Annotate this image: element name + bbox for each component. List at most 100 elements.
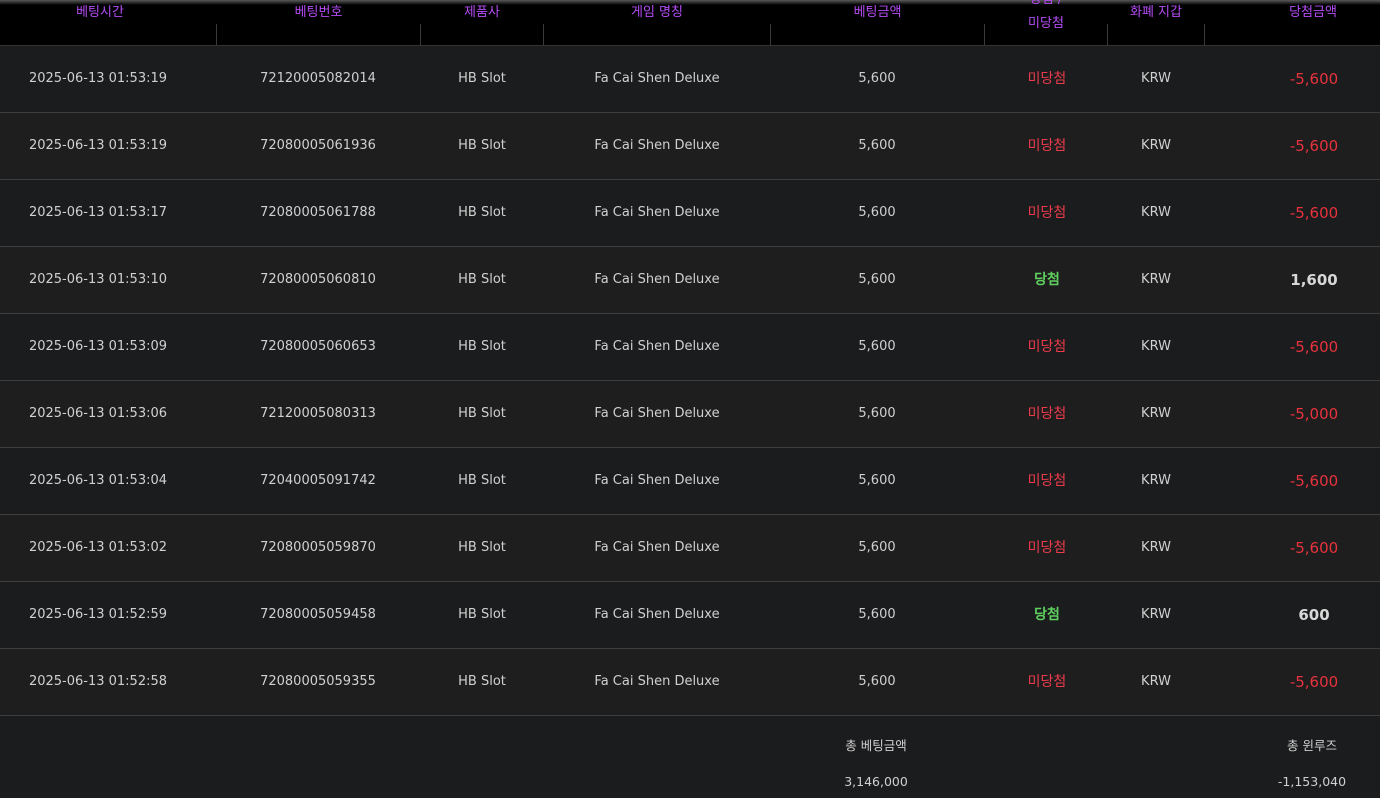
header-divider [1204, 24, 1205, 45]
bet-amount-cell: 5,600 [858, 607, 896, 622]
header-provider: 제품사 [464, 5, 500, 20]
bet-number-cell: 72080005059870 [260, 540, 376, 555]
table-row: 2025-06-13 01:53:02 72080005059870 HB Slot… [0, 515, 1380, 582]
currency-cell: KRW [1141, 138, 1171, 153]
header-win-amount: 당첨금액 [1289, 5, 1337, 20]
bet-time-cell: 2025-06-13 01:53:04 [28, 473, 168, 488]
total-winloss-value: -1,153,040 [1277, 774, 1347, 789]
result-cell: 미당첨 [1027, 473, 1067, 489]
game-name-cell: Fa Cai Shen Deluxe [594, 406, 720, 421]
bet-time-cell: 2025-06-13 01:52:59 [28, 607, 168, 622]
header-divider [770, 24, 771, 45]
game-name-cell: Fa Cai Shen Deluxe [594, 674, 720, 689]
provider-cell: HB Slot [458, 540, 506, 555]
bet-amount-cell: 5,600 [858, 205, 896, 220]
header-divider [543, 24, 544, 45]
bet-amount-cell: 5,600 [858, 272, 896, 287]
bet-amount-cell: 5,600 [858, 71, 896, 86]
result-cell: 미당첨 [1027, 540, 1067, 556]
header-divider [1107, 24, 1108, 45]
provider-cell: HB Slot [458, 71, 506, 86]
result-cell: 당첨 [1034, 272, 1060, 288]
table-row: 2025-06-13 01:52:59 72080005059458 HB Slot… [0, 582, 1380, 649]
bet-amount-cell: 5,600 [858, 138, 896, 153]
provider-cell: HB Slot [458, 607, 506, 622]
bet-number-cell: 72080005059355 [260, 674, 376, 689]
total-winloss-label: 총 윈루즈 [1287, 738, 1337, 753]
win-amount-cell: 1,600 [1290, 271, 1338, 289]
win-amount-cell: -5,600 [1289, 673, 1339, 691]
bet-number-cell: 72080005060810 [260, 272, 376, 287]
bet-time-cell: 2025-06-13 01:53:06 [28, 406, 168, 421]
win-amount-cell: -5,600 [1289, 70, 1339, 88]
bet-time-cell: 2025-06-13 01:53:02 [28, 540, 168, 555]
table-row: 2025-06-13 01:52:58 72080005059355 HB Slot… [0, 649, 1380, 716]
header-currency: 화폐 지갑 [1130, 5, 1182, 20]
currency-cell: KRW [1141, 540, 1171, 555]
provider-cell: HB Slot [458, 339, 506, 354]
win-amount-cell: -5,600 [1289, 472, 1339, 490]
table-row: 2025-06-13 01:53:17 72080005061788 HB Slot… [0, 180, 1380, 247]
bet-time-cell: 2025-06-13 01:53:10 [28, 272, 168, 287]
result-cell: 미당첨 [1027, 406, 1067, 422]
game-name-cell: Fa Cai Shen Deluxe [594, 272, 720, 287]
bet-time-cell: 2025-06-13 01:53:09 [28, 339, 168, 354]
header-divider [420, 24, 421, 45]
bet-number-cell: 72080005060653 [260, 339, 376, 354]
result-cell: 미당첨 [1027, 138, 1067, 154]
bet-amount-cell: 5,600 [858, 339, 896, 354]
total-bet-label: 총 베팅금액 [845, 738, 907, 753]
table-row: 2025-06-13 01:53:19 72080005061936 HB Slot… [0, 113, 1380, 180]
table-header: 베팅시간 베팅번호 제품사 게임 명칭 베팅금액 당첨 / 미당첨 화폐 지갑 … [0, 0, 1380, 46]
win-amount-cell: -5,600 [1289, 338, 1339, 356]
currency-cell: KRW [1141, 674, 1171, 689]
bet-number-cell: 72040005091742 [260, 473, 376, 488]
result-cell: 미당첨 [1027, 71, 1067, 87]
bet-number-cell: 72120005082014 [260, 71, 376, 86]
game-name-cell: Fa Cai Shen Deluxe [594, 71, 720, 86]
bet-amount-cell: 5,600 [858, 406, 896, 421]
bet-time-cell: 2025-06-13 01:53:19 [28, 138, 168, 153]
header-bet-amount: 베팅금액 [853, 5, 902, 20]
table-row: 2025-06-13 01:53:10 72080005060810 HB Slot… [0, 247, 1380, 314]
win-amount-cell: -5,600 [1289, 137, 1339, 155]
header-divider [984, 24, 985, 45]
win-amount-cell: -5,600 [1289, 539, 1339, 557]
header-bet-no: 베팅번호 [294, 5, 343, 20]
bet-number-cell: 72080005059458 [260, 607, 376, 622]
table-row: 2025-06-13 01:53:09 72080005060653 HB Slot… [0, 314, 1380, 381]
bet-time-cell: 2025-06-13 01:53:19 [28, 71, 168, 86]
header-result: 당첨 / 미당첨 [1028, 0, 1064, 31]
bet-amount-cell: 5,600 [858, 674, 896, 689]
bet-time-cell: 2025-06-13 01:53:17 [28, 205, 168, 220]
result-cell: 미당첨 [1027, 674, 1067, 690]
provider-cell: HB Slot [458, 272, 506, 287]
win-amount-cell: 600 [1298, 606, 1330, 624]
bet-amount-cell: 5,600 [858, 473, 896, 488]
win-amount-cell: -5,600 [1289, 204, 1339, 222]
game-name-cell: Fa Cai Shen Deluxe [594, 540, 720, 555]
currency-cell: KRW [1141, 473, 1171, 488]
bet-amount-cell: 5,600 [858, 540, 896, 555]
currency-cell: KRW [1141, 71, 1171, 86]
provider-cell: HB Slot [458, 138, 506, 153]
game-name-cell: Fa Cai Shen Deluxe [594, 473, 720, 488]
bet-number-cell: 72080005061788 [260, 205, 376, 220]
game-name-cell: Fa Cai Shen Deluxe [594, 205, 720, 220]
table-row: 2025-06-13 01:53:06 72120005080313 HB Slot… [0, 381, 1380, 448]
table-row: 2025-06-13 01:53:19 72120005082014 HB Slot… [0, 46, 1380, 113]
header-game: 게임 명칭 [631, 5, 683, 20]
game-name-cell: Fa Cai Shen Deluxe [594, 339, 720, 354]
currency-cell: KRW [1141, 205, 1171, 220]
provider-cell: HB Slot [458, 406, 506, 421]
table-row: 2025-06-13 01:53:04 72040005091742 HB Slot… [0, 448, 1380, 515]
currency-cell: KRW [1141, 607, 1171, 622]
game-name-cell: Fa Cai Shen Deluxe [594, 138, 720, 153]
win-amount-cell: -5,000 [1289, 405, 1339, 423]
provider-cell: HB Slot [458, 205, 506, 220]
provider-cell: HB Slot [458, 674, 506, 689]
result-cell: 미당첨 [1027, 205, 1067, 221]
result-cell: 미당첨 [1027, 339, 1067, 355]
currency-cell: KRW [1141, 339, 1171, 354]
provider-cell: HB Slot [458, 473, 506, 488]
